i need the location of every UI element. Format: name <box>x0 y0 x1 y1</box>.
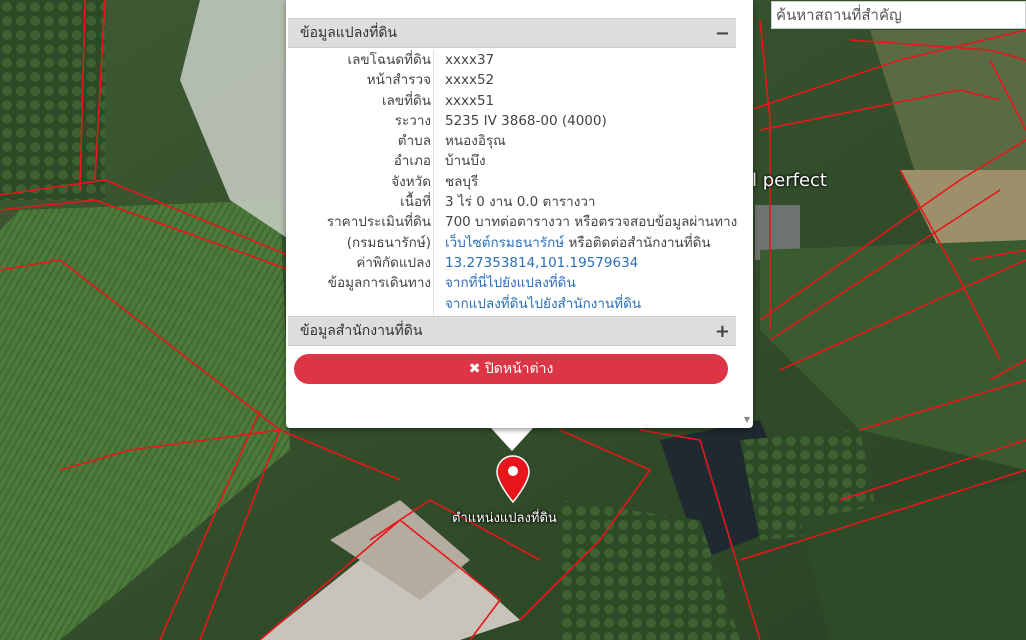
row-label: หน้าสำรวจ <box>366 72 431 89</box>
row-label: เลขโฉนดที่ดิน <box>347 52 431 68</box>
treasury-website-link[interactable]: เว็บไซต์กรมธนารักษ์ <box>445 235 564 251</box>
expand-icon[interactable]: + <box>715 317 730 346</box>
row-value: เว็บไซต์กรมธนารักษ์ หรือติดต่อสำนักงานที… <box>445 233 711 253</box>
table-row: จังหวัด ชลบุรี <box>288 172 736 192</box>
row-value: 3 ไร่ 0 งาน 0.0 ตารางวา <box>445 194 596 211</box>
office-info-title: ข้อมูลสำนักงานที่ดิน <box>300 323 423 339</box>
row-value: xxxx52 <box>445 72 495 89</box>
row-value: ชลบุรี <box>445 173 479 190</box>
table-row: ระวาง 5235 IV 3868-00 (4000) <box>288 111 736 131</box>
row-value: 700 บาทต่อตารางวา หรือตรวจสอบข้อมูลผ่านท… <box>445 214 738 231</box>
office-info-header[interactable]: ข้อมูลสำนักงานที่ดิน + <box>288 316 736 346</box>
table-row: (กรมธนารักษ์) เว็บไซต์กรมธนารักษ์ หรือติ… <box>288 233 736 253</box>
popup-tail <box>490 427 534 451</box>
close-window-button[interactable]: ✖ ปิดหน้าต่าง <box>294 354 728 384</box>
table-row: ข้อมูลการเดินทาง จากที่นี่ไปยังแปลงที่ดิ… <box>288 273 736 293</box>
scroll-down-arrow-icon[interactable]: ▼ <box>744 415 750 424</box>
land-info-table: เลขโฉนดที่ดิน xxxx37 หน้าสำรวจ xxxx52 เล… <box>288 50 738 314</box>
close-button-label: ปิดหน้าต่าง <box>484 361 554 377</box>
row-value-suffix: หรือติดต่อสำนักงานที่ดิน <box>564 234 711 251</box>
directions-to-office-link[interactable]: จากแปลงที่ดินไปยังสำนักงานที่ดิน <box>445 294 641 314</box>
table-row: เลขโฉนดที่ดิน xxxx37 <box>288 50 736 70</box>
table-row: หน้าสำรวจ xxxx52 <box>288 70 736 90</box>
row-label: ค่าพิกัดแปลง <box>356 254 431 271</box>
row-value: xxxx37 <box>445 52 495 68</box>
row-label: (กรมธนารักษ์) <box>346 234 431 251</box>
landmark-search-input[interactable] <box>771 1 1026 29</box>
close-icon: ✖ <box>468 361 481 377</box>
row-label: ระวาง <box>394 112 431 129</box>
table-row: เลขที่ดิน xxxx51 <box>288 91 736 111</box>
collapse-icon[interactable]: − <box>715 19 730 48</box>
land-info-title: ข้อมูลแปลงที่ดิน <box>300 25 398 41</box>
table-row: ราคาประเมินที่ดิน 700 บาทต่อตารางวา หรือ… <box>288 212 738 232</box>
popup-scrollbar[interactable]: ▼ <box>739 18 753 428</box>
directions-to-parcel-link[interactable]: จากที่นี่ไปยังแปลงที่ดิน <box>445 273 576 293</box>
row-label: ตำบล <box>397 133 431 150</box>
map-place-label: l perfect <box>752 170 827 191</box>
table-row: ค่าพิกัดแปลง 13.27353814,101.19579634 <box>288 253 736 273</box>
table-row: ตำบล หนองอิรุณ <box>288 131 736 151</box>
table-row: อำเภอ บ้านบึง <box>288 151 736 171</box>
row-label: ราคาประเมินที่ดิน <box>326 214 431 231</box>
table-row: เนื้อที่ 3 ไร่ 0 งาน 0.0 ตารางวา <box>288 192 736 212</box>
row-label: ข้อมูลการเดินทาง <box>327 275 431 292</box>
row-label: จังหวัด <box>391 173 431 190</box>
table-row: จากแปลงที่ดินไปยังสำนักงานที่ดิน <box>288 294 736 314</box>
row-label: อำเภอ <box>393 153 431 170</box>
row-label: เลขที่ดิน <box>381 92 431 109</box>
row-value: บ้านบึง <box>445 153 486 170</box>
marker-label: ตำแหน่งแปลงที่ดิน <box>452 511 557 526</box>
row-value: หนองอิรุณ <box>445 133 506 150</box>
row-value: 5235 IV 3868-00 (4000) <box>445 112 607 129</box>
row-value: xxxx51 <box>445 92 495 109</box>
row-label: เนื้อที่ <box>400 194 431 211</box>
parcel-info-popup: ข้อมูลแปลงที่ดิน − เลขโฉนดที่ดิน xxxx37 … <box>286 0 753 428</box>
coordinates-link[interactable]: 13.27353814,101.19579634 <box>445 253 638 273</box>
land-info-header[interactable]: ข้อมูลแปลงที่ดิน − <box>288 18 736 48</box>
